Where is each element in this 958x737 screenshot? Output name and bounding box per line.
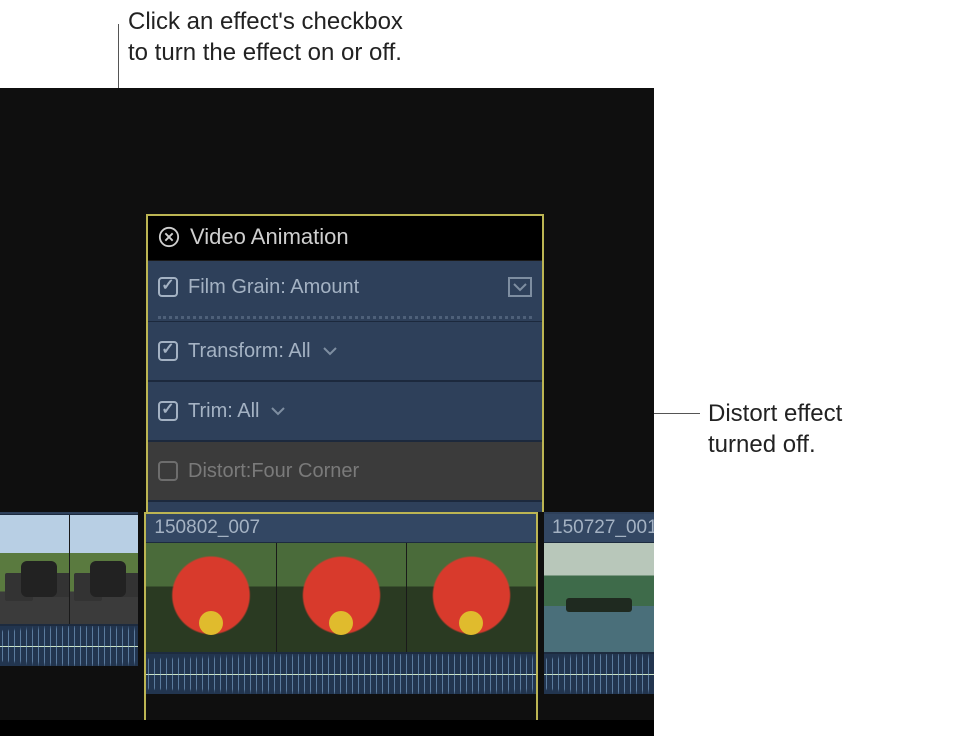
effect-label: Transform: All bbox=[188, 340, 311, 363]
chevron-down-icon[interactable] bbox=[321, 344, 339, 358]
right-callout-line2: turned off. bbox=[708, 429, 842, 460]
expand-dropdown-icon[interactable] bbox=[508, 277, 532, 297]
thumbnail bbox=[544, 543, 654, 652]
effect-checkbox[interactable] bbox=[158, 277, 178, 297]
chevron-down-icon[interactable] bbox=[269, 404, 287, 418]
video-animation-header: Video Animation bbox=[148, 216, 542, 261]
panel-title: Video Animation bbox=[190, 224, 349, 250]
video-animation-panel: Video Animation Film Grain: Amount Trans… bbox=[146, 214, 544, 563]
effect-row-film-grain[interactable]: Film Grain: Amount bbox=[148, 261, 542, 321]
clip-thumbnails bbox=[544, 542, 654, 654]
effect-row-distort[interactable]: Distort:Four Corner bbox=[148, 441, 542, 501]
audio-waveform[interactable] bbox=[544, 654, 654, 694]
thumbnail bbox=[0, 515, 70, 624]
timeline-clip[interactable] bbox=[0, 512, 138, 736]
audio-waveform[interactable] bbox=[146, 654, 536, 694]
effect-label: Trim: All bbox=[188, 400, 259, 423]
effect-checkbox[interactable] bbox=[158, 461, 178, 481]
timeline-clip[interactable]: 150727_001 bbox=[544, 512, 654, 736]
thumbnail bbox=[146, 543, 276, 652]
top-callout-line2: to turn the effect on or off. bbox=[128, 37, 403, 68]
audio-waveform[interactable] bbox=[0, 626, 138, 666]
effect-checkbox[interactable] bbox=[158, 401, 178, 421]
clip-track: 150802_007 150727_001 bbox=[0, 512, 654, 736]
clip-thumbnails bbox=[146, 542, 536, 654]
clip-name: 150802_007 bbox=[146, 514, 536, 542]
dotted-separator bbox=[158, 316, 532, 319]
close-icon[interactable] bbox=[158, 226, 180, 248]
timeline-bottom-bar bbox=[0, 720, 654, 736]
clip-name: 150727_001 bbox=[544, 514, 654, 542]
thumbnail bbox=[277, 543, 407, 652]
right-callout: Distort effect turned off. bbox=[708, 398, 842, 460]
clip-thumbnails bbox=[0, 514, 138, 626]
effect-label: Film Grain: Amount bbox=[188, 276, 359, 299]
timeline-area: Video Animation Film Grain: Amount Trans… bbox=[0, 88, 654, 736]
right-callout-line1: Distort effect bbox=[708, 398, 842, 429]
effect-row-trim[interactable]: Trim: All bbox=[148, 381, 542, 441]
effect-row-transform[interactable]: Transform: All bbox=[148, 321, 542, 381]
timeline-clip-selected[interactable]: 150802_007 bbox=[144, 512, 538, 736]
effect-checkbox[interactable] bbox=[158, 341, 178, 361]
effect-label: Distort:Four Corner bbox=[188, 460, 359, 483]
thumbnail bbox=[70, 515, 139, 624]
top-callout-line1: Click an effect's checkbox bbox=[128, 6, 403, 37]
thumbnail bbox=[407, 543, 536, 652]
top-callout: Click an effect's checkbox to turn the e… bbox=[128, 6, 403, 68]
